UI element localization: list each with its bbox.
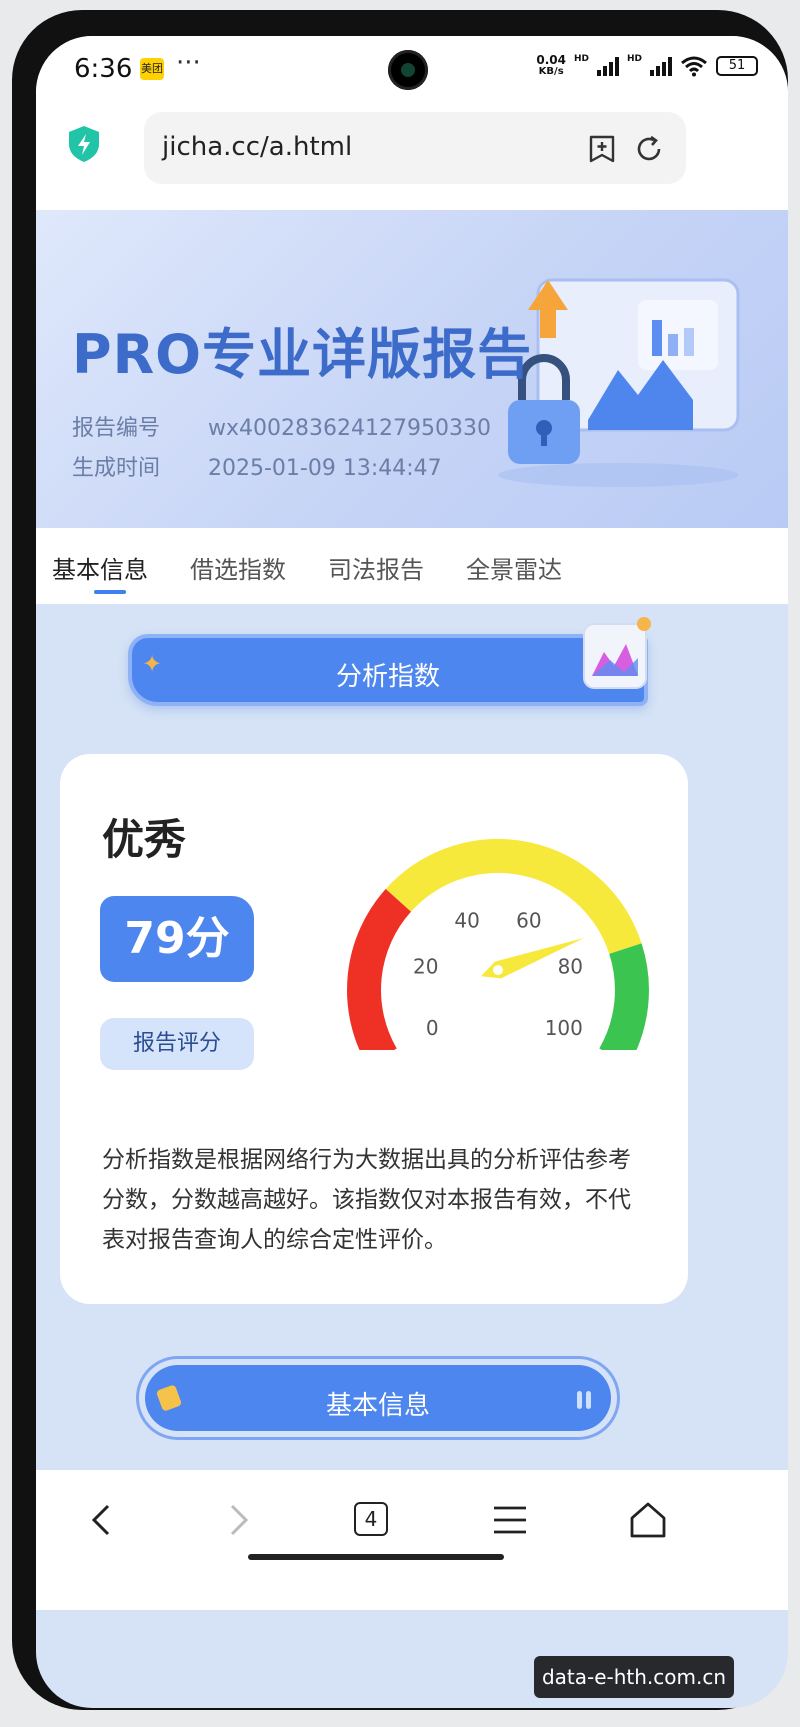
basic-info-section-header: 基本信息 [136, 1356, 620, 1440]
gauge-needle-hub [493, 965, 503, 975]
gauge-arc-high [599, 943, 649, 1050]
analysis-description: 分析指数是根据网络行为大数据出具的分析评估参考分数，分数越高越好。该指数仅对本报… [102, 1147, 631, 1253]
report-banner: PRO专业详版报告 报告编号 wx400283624127950330 生成时间 2… [36, 210, 788, 528]
gauge-tick-0: 0 [426, 1016, 439, 1040]
browser-toolbar: jicha.cc/a.html [36, 98, 788, 210]
gauge-arc-mid [385, 839, 642, 955]
gauge-tick-80: 80 [558, 955, 583, 979]
report-number-row: 报告编号 wx400283624127950330 [72, 410, 491, 442]
analysis-section-header: 分析指数 [128, 634, 648, 706]
score-label: 报告评分 [100, 1018, 254, 1070]
shield-icon[interactable] [66, 124, 102, 164]
forward-icon[interactable] [216, 1498, 260, 1542]
tab-lending-index[interactable]: 借选指数 [190, 550, 286, 585]
home-icon[interactable] [626, 1498, 670, 1542]
tab-basic-info[interactable]: 基本信息 [52, 550, 148, 585]
grade-text: 优秀 [102, 815, 187, 864]
report-time-value: 2025-01-09 13:44:47 [208, 456, 442, 481]
watermark: data-e-hth.com.cn [534, 1656, 734, 1698]
basic-info-section-pill: 基本信息 [145, 1365, 611, 1431]
analysis-section-title: 分析指数 [335, 662, 440, 692]
gauge-tick-40: 40 [454, 909, 479, 933]
basic-info-section-title: 基本信息 [325, 1391, 430, 1421]
url-text: jicha.cc/a.html [162, 132, 353, 162]
signal-2-label: HD [626, 54, 642, 64]
signal-1-icon [596, 56, 619, 76]
gesture-home-bar[interactable] [248, 1554, 504, 1560]
address-bar[interactable]: jicha.cc/a.html [144, 112, 686, 184]
gauge-tick-60: 60 [516, 909, 541, 933]
net-speed-unit: KB/s [538, 66, 564, 77]
score-gauge: 0 20 40 60 80 100 [347, 839, 649, 1050]
screen: 6:36 美团 ··· 0.04 KB/s HD HD 51 jicha.cc/… [36, 36, 788, 1708]
report-tabs: 基本信息 借选指数 司法报告 全景雷达 [36, 528, 788, 604]
status-time: 6:36 [74, 54, 133, 84]
signal-2-icon [650, 56, 672, 76]
gauge-tick-100: 100 [545, 1016, 583, 1040]
gauge-arc-low [347, 888, 412, 1050]
bookmark-add-icon[interactable] [588, 134, 616, 164]
wifi-icon [681, 56, 707, 77]
front-camera [388, 50, 428, 90]
back-icon[interactable] [80, 1498, 124, 1542]
report-time-row: 生成时间 2025-01-09 13:44:47 [72, 450, 442, 482]
tab-panoramic-radar[interactable]: 全景雷达 [466, 550, 562, 585]
system-indicators: 0.04 KB/s HD HD 51 [536, 54, 758, 78]
active-tab-indicator [94, 590, 126, 594]
tab-judicial-report[interactable]: 司法报告 [328, 550, 424, 585]
score-badge: 79分 [100, 896, 254, 982]
browser-bottom-nav: 4 [36, 1470, 788, 1610]
report-title: PRO专业详版报告 [72, 323, 533, 386]
report-number-label: 报告编号 [72, 416, 161, 441]
tabs-count-button[interactable]: 4 [354, 1502, 388, 1536]
sparkle-icon: ✦ [142, 650, 163, 678]
meituan-app-icon: 美团 [140, 58, 164, 80]
report-time-label: 生成时间 [72, 456, 161, 481]
more-notifications-icon: ··· [176, 48, 201, 78]
analysis-card: 优秀 79分 报告评分 0 20 40 60 80 100 分析指数是根据网络行为大数据出… [60, 754, 688, 1304]
status-bar: 6:36 美团 ··· 0.04 KB/s HD HD 51 [36, 36, 788, 98]
gauge-tick-20: 20 [413, 955, 438, 979]
menu-icon[interactable] [488, 1498, 532, 1542]
decorative-bars-icon [577, 1391, 591, 1409]
signal-1-label: HD [573, 54, 589, 64]
chart-card-icon [583, 617, 651, 689]
net-speed: 0.04 KB/s [536, 54, 566, 78]
report-number-value: wx400283624127950330 [208, 416, 491, 441]
battery-icon: 51 [716, 56, 758, 76]
refresh-icon[interactable] [634, 134, 664, 164]
phone-frame: 6:36 美团 ··· 0.04 KB/s HD HD 51 jicha.cc/… [12, 10, 788, 1710]
net-speed-value: 0.04 [536, 53, 566, 67]
